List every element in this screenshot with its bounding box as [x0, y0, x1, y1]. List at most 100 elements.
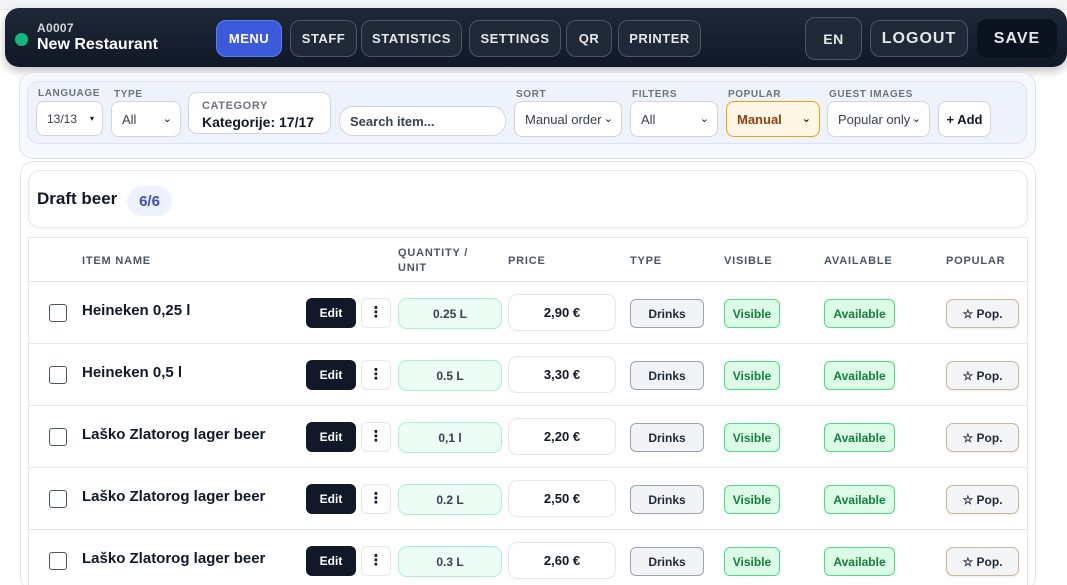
column-header-available: AVAILABLE — [824, 255, 893, 267]
edit-button[interactable]: Edit — [306, 360, 356, 390]
edit-button[interactable]: Edit — [306, 484, 356, 514]
nav-printer-button[interactable]: PRINTER — [618, 20, 701, 57]
row-select-checkbox[interactable] — [49, 366, 67, 384]
popular-toggle[interactable]: ☆ Pop. — [946, 547, 1019, 576]
row-select-checkbox[interactable] — [49, 552, 67, 570]
chevron-down-icon: ⌄ — [699, 113, 709, 125]
language-filter-label: LANGUAGE — [38, 88, 101, 99]
nav-settings-button[interactable]: SETTINGS — [469, 20, 561, 57]
column-header-quantity-line2: UNIT — [398, 262, 427, 274]
chevron-down-icon: ⌄ — [801, 113, 811, 125]
price-field[interactable]: 3,30 € — [508, 356, 616, 393]
filters-value: All — [641, 111, 656, 127]
edit-button[interactable]: Edit — [306, 298, 356, 328]
category-title: Draft beer — [37, 189, 118, 208]
price-field[interactable]: 2,90 € — [508, 294, 616, 331]
column-header-item-name: ITEM NAME — [82, 255, 151, 267]
available-toggle[interactable]: Available — [824, 361, 895, 390]
type-filter-select[interactable]: All ⌄ — [111, 101, 181, 137]
save-button[interactable]: SAVE — [977, 19, 1057, 58]
popular-toggle[interactable]: ☆ Pop. — [946, 299, 1019, 328]
edit-button[interactable]: Edit — [306, 422, 356, 452]
language-filter-value: 13/13 — [47, 111, 78, 126]
visible-toggle[interactable]: Visible — [724, 423, 780, 452]
chevron-down-icon: ⌄ — [162, 113, 172, 125]
item-name: Heineken 0,25 l — [82, 302, 191, 319]
nav-menu-button[interactable]: MENU — [216, 20, 282, 57]
quantity-unit[interactable]: 0,1 l — [398, 422, 502, 453]
type-button[interactable]: Drinks — [630, 361, 704, 390]
type-button[interactable]: Drinks — [630, 485, 704, 514]
more-options-icon[interactable]: ⋮ — [361, 546, 391, 576]
chevron-down-icon: ⌄ — [911, 113, 921, 125]
popular-toggle[interactable]: ☆ Pop. — [946, 361, 1019, 390]
table-row: Heineken 0,5 l Edit ⋮ 0.5 L 3,30 € Drink… — [28, 344, 1028, 406]
restaurant-name: New Restaurant — [37, 36, 158, 53]
popular-toggle[interactable]: ☆ Pop. — [946, 423, 1019, 452]
category-filter-value: Kategorije: 17/17 — [202, 114, 315, 130]
available-toggle[interactable]: Available — [824, 547, 895, 576]
visible-toggle[interactable]: Visible — [724, 547, 780, 576]
popular-toggle[interactable]: ☆ Pop. — [946, 485, 1019, 514]
type-filter-value: All — [122, 111, 137, 127]
row-select-checkbox[interactable] — [49, 428, 67, 446]
table-row: Laško Zlatorog lager beer Edit ⋮ 0.3 L 2… — [28, 530, 1028, 585]
nav-staff-button[interactable]: STAFF — [290, 20, 357, 57]
nav-statistics-button[interactable]: STATISTICS — [361, 20, 462, 57]
item-name: Laško Zlatorog lager beer — [82, 550, 266, 567]
price-field[interactable]: 2,60 € — [508, 542, 616, 579]
table-row: Heineken 0,25 l Edit ⋮ 0.25 L 2,90 € Dri… — [28, 282, 1028, 344]
more-options-icon[interactable]: ⋮ — [361, 422, 391, 452]
visible-toggle[interactable]: Visible — [724, 361, 780, 390]
table-row: Laško Zlatorog lager beer Edit ⋮ 0,1 l 2… — [28, 406, 1028, 468]
type-button[interactable]: Drinks — [630, 299, 704, 328]
item-name: Heineken 0,5 l — [82, 364, 183, 381]
chevron-down-icon: ▾ — [89, 114, 94, 123]
add-item-button[interactable]: + Add — [938, 101, 991, 137]
column-header-quantity: QUANTITY / UNIT — [398, 246, 468, 276]
logout-button[interactable]: LOGOUT — [870, 20, 968, 57]
item-name: Laško Zlatorog lager beer — [82, 488, 266, 505]
type-filter-label: TYPE — [114, 89, 143, 100]
popular-filter-select[interactable]: Manual ⌄ — [726, 101, 820, 137]
sort-value: Manual order — [525, 111, 602, 127]
popular-filter-value: Manual — [737, 111, 782, 127]
guest-images-label: GUEST IMAGES — [829, 89, 913, 100]
more-options-icon[interactable]: ⋮ — [361, 360, 391, 390]
visible-toggle[interactable]: Visible — [724, 299, 780, 328]
quantity-unit[interactable]: 0.25 L — [398, 298, 502, 329]
quantity-unit[interactable]: 0.2 L — [398, 484, 502, 515]
more-options-icon[interactable]: ⋮ — [361, 298, 391, 328]
available-toggle[interactable]: Available — [824, 485, 895, 514]
restaurant-code: A0007 — [37, 21, 74, 35]
type-button[interactable]: Drinks — [630, 423, 704, 452]
edit-button[interactable]: Edit — [306, 546, 356, 576]
column-header-popular: POPULAR — [946, 255, 1006, 267]
row-select-checkbox[interactable] — [49, 490, 67, 508]
quantity-unit[interactable]: 0.5 L — [398, 360, 502, 391]
online-status-dot — [15, 33, 28, 46]
price-field[interactable]: 2,20 € — [508, 418, 616, 455]
row-select-checkbox[interactable] — [49, 304, 67, 322]
visible-toggle[interactable]: Visible — [724, 485, 780, 514]
filters-select[interactable]: All ⌄ — [630, 101, 718, 137]
guest-images-select[interactable]: Popular only ⌄ — [827, 101, 930, 137]
sort-select[interactable]: Manual order ⌄ — [514, 101, 622, 137]
category-filter-box[interactable]: CATEGORY Kategorije: 17/17 — [188, 92, 331, 134]
nav-qr-button[interactable]: QR — [566, 20, 612, 57]
item-name: Laško Zlatorog lager beer — [82, 426, 266, 443]
search-input[interactable] — [339, 106, 506, 136]
more-options-icon[interactable]: ⋮ — [361, 484, 391, 514]
category-header — [28, 170, 1028, 228]
available-toggle[interactable]: Available — [824, 423, 895, 452]
column-header-quantity-line1: QUANTITY / — [398, 247, 469, 259]
price-field[interactable]: 2,50 € — [508, 480, 616, 517]
type-button[interactable]: Drinks — [630, 547, 704, 576]
language-filter-select[interactable]: 13/13 ▾ — [36, 101, 103, 136]
filters-label: FILTERS — [632, 89, 678, 100]
language-switch-button[interactable]: EN — [805, 17, 862, 60]
quantity-unit[interactable]: 0.3 L — [398, 546, 502, 577]
top-navigation-bar: A0007 New Restaurant MENU STAFF STATISTI… — [5, 8, 1067, 67]
column-header-type: TYPE — [630, 255, 662, 267]
available-toggle[interactable]: Available — [824, 299, 895, 328]
